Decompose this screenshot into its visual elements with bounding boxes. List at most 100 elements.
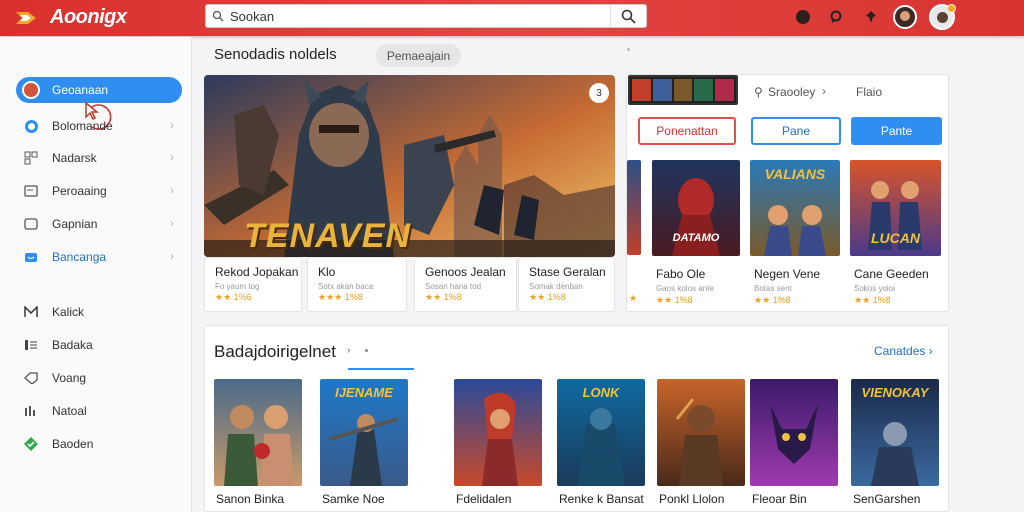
card-title: Klo	[318, 265, 336, 279]
search-button[interactable]	[610, 5, 646, 27]
cover-title: DATAMO	[672, 232, 720, 244]
sidebar-item-bancanga[interactable]: Bancanga ›	[16, 244, 182, 270]
game-tile[interactable]: DATAMO Fabo Ole Gaos kolos ante ★★ 1%8	[652, 160, 740, 311]
game-subtitle: Botas sent	[754, 284, 792, 293]
sidebar-item-peroaaing[interactable]: Peroaaing ›	[16, 178, 182, 204]
chevron-right-icon: ›	[170, 118, 174, 132]
sidebar-item-nadarsk[interactable]: Nadarsk ›	[16, 145, 182, 171]
sidebar-item-label: Voang	[52, 371, 87, 385]
game-subtitle: Gaos kolos ante	[656, 284, 714, 293]
chevron-right-icon: ›	[170, 150, 174, 164]
game-card[interactable]: Genoos Jealan Sosan hana tod ★★ 1%8	[414, 257, 517, 312]
game-cover	[657, 379, 745, 486]
profile-avatar[interactable]	[929, 4, 956, 30]
sidebar-item-label: Natoal	[52, 404, 87, 418]
cover-art	[675, 398, 723, 486]
see-all-link[interactable]: Canatdes ›	[874, 344, 933, 358]
sidebar-item-label: Bancanga	[52, 250, 107, 264]
pin-icon[interactable]	[860, 6, 882, 28]
card-subtitle: Sosan hana tod	[425, 282, 482, 291]
sidebar-item-label: Nadarsk	[52, 151, 97, 165]
sidebar-item-badaka[interactable]: Badaka	[16, 332, 182, 358]
hero-badge[interactable]: 3	[589, 83, 609, 103]
sidebar-item-geoanaan[interactable]: Geoanaan	[16, 77, 182, 103]
search-input[interactable]	[230, 8, 610, 25]
section-underline	[348, 368, 414, 370]
chevron-right-icon: ›	[170, 249, 174, 263]
cover-title: IJENAME	[335, 385, 393, 400]
thumbnail-strip[interactable]	[628, 75, 738, 105]
game-rating: ★★ 1%8	[656, 295, 693, 305]
sidebar-item-label: Peroaaing	[52, 184, 107, 198]
cover-art	[770, 404, 818, 464]
panel-button[interactable]: Pante	[851, 117, 942, 145]
logo-icon[interactable]	[14, 8, 38, 28]
card-rating: ★★ 1%8	[425, 292, 462, 302]
tag-icon	[22, 369, 40, 387]
list-icon	[22, 336, 40, 354]
hero-title: TENAVEN	[244, 217, 411, 255]
game-tile[interactable]: LUCAN Cane Geeden Sokos yoloi ★★ 1%8	[850, 160, 941, 311]
game-title: Sanon Binka	[216, 492, 285, 506]
panel-tab[interactable]: Flaio	[856, 85, 882, 99]
game-tile[interactable]: Ponkl Llolon	[657, 379, 745, 506]
sidebar-item-label: Baoden	[52, 437, 94, 451]
game-card[interactable]: Stase Geralan Somak denban ★★ 1%8	[518, 257, 615, 312]
chevron-right-icon: ›	[822, 84, 826, 98]
card-title: Stase Geralan	[529, 265, 606, 279]
grid-icon	[22, 149, 40, 167]
game-cover	[214, 379, 302, 486]
game-tile[interactable]: Sanon Binka	[214, 379, 302, 506]
game-tile[interactable]: VALIANS Negen Vene Botas sent ★★ 1%8	[750, 160, 840, 311]
sidebar-item-bolomande[interactable]: Bolomande ›	[16, 113, 182, 139]
game-title: SenGarshen	[853, 492, 921, 506]
game-title: Fdelidalen	[456, 492, 512, 506]
game-tile[interactable]: Fdelidalen	[454, 379, 542, 506]
game-cover: VIENOKAY	[851, 379, 939, 486]
game-title: Negen Vene	[754, 267, 821, 281]
sidebar-item-natoal[interactable]: Natoal	[16, 398, 182, 424]
user-avatar[interactable]	[893, 5, 917, 29]
cover-title: VIENOKAY	[861, 385, 929, 400]
game-card[interactable]: Rekod Jopakan Fo yaum tog ★★ 1%6	[204, 257, 302, 312]
game-tile[interactable]: IJENAME Samke Noe	[320, 379, 408, 506]
square-icon	[22, 215, 40, 233]
panel-button[interactable]: Ponenattan	[638, 117, 736, 145]
card-rating: ★★ 1%6	[215, 292, 252, 302]
game-title: Fabo Ole	[656, 267, 706, 281]
game-cover: DATAMO	[652, 160, 740, 256]
sidebar-item-gapnian[interactable]: Gapnian ›	[16, 211, 182, 237]
card-subtitle: Sotx akan baca	[318, 282, 374, 291]
panel-tab[interactable]: Sraooley	[768, 85, 815, 99]
sidebar-item-kalick[interactable]: Kalick	[16, 299, 182, 325]
game-tile[interactable]: LONK Renke k Bansat	[557, 379, 645, 506]
cover-title: LONK	[582, 385, 620, 400]
check-icon	[22, 435, 40, 453]
card-subtitle: Somak denban	[529, 282, 583, 291]
hero-banner[interactable]: TENAVEN 3	[204, 75, 615, 257]
search-bar[interactable]	[205, 4, 647, 28]
sidebar-item-label: Geoanaan	[52, 83, 109, 97]
game-card[interactable]: Klo Sotx akan baca ★★★ 1%8	[307, 257, 407, 312]
cover-title: LUCAN	[871, 230, 920, 246]
sidebar-item-label: Kalick	[52, 305, 85, 319]
card-icon	[22, 182, 40, 200]
panel-button[interactable]: Pane	[751, 117, 841, 145]
cover-title: VALIANS	[764, 166, 826, 182]
game-title: Samke Noe	[322, 492, 385, 506]
game-rating: ★★ 1%8	[854, 295, 891, 305]
sidebar-item-label: Gapnian	[52, 217, 98, 231]
app-title[interactable]: Aoonigx	[50, 6, 127, 29]
game-rating: ★★ 1%8	[754, 295, 791, 305]
game-tile[interactable]: Fleoar Bin	[750, 379, 838, 506]
status-dot-icon[interactable]	[792, 6, 814, 28]
game-cover-partial[interactable]	[627, 160, 641, 255]
sidebar-item-baoden[interactable]: Baoden	[16, 431, 182, 457]
search-small-icon[interactable]	[826, 6, 848, 28]
chevron-right-icon: ›	[347, 345, 351, 356]
game-cover: LONK	[557, 379, 645, 486]
filter-pill[interactable]: Pemaeajain	[376, 44, 461, 67]
mail-icon	[22, 303, 40, 321]
game-tile[interactable]: VIENOKAY SenGarshen	[851, 379, 939, 506]
sidebar-item-voang[interactable]: Voang	[16, 365, 182, 391]
